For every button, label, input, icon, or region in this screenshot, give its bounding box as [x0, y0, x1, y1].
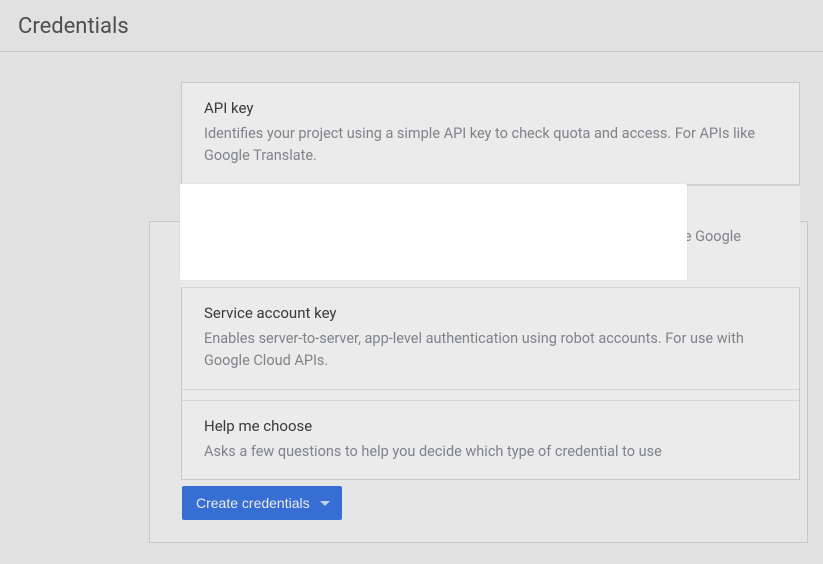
dropdown-item-help-me-choose[interactable]: Help me choose Asks a few questions to h… [182, 400, 799, 479]
create-credentials-dropdown: API key Identifies your project using a … [181, 82, 800, 480]
page-title: Credentials [18, 14, 805, 39]
dropdown-item-api-key[interactable]: API key Identifies your project using a … [182, 83, 799, 185]
dropdown-item-desc: Identifies your project using a simple A… [204, 123, 777, 168]
page-header: Credentials [0, 0, 823, 52]
dropdown-item-title: Help me choose [204, 417, 777, 435]
chevron-down-icon [320, 501, 330, 506]
highlight-overlay [180, 184, 687, 280]
create-credentials-button[interactable]: Create credentials [182, 486, 342, 520]
dropdown-item-title: Service account key [204, 304, 777, 322]
dropdown-item-desc: Enables server-to-server, app-level auth… [204, 328, 777, 373]
dropdown-item-desc: Asks a few questions to help you decide … [204, 441, 777, 463]
dropdown-item-title: API key [204, 99, 777, 117]
dropdown-item-service-account-key[interactable]: Service account key Enables server-to-se… [182, 288, 799, 390]
create-credentials-label: Create credentials [196, 495, 310, 511]
